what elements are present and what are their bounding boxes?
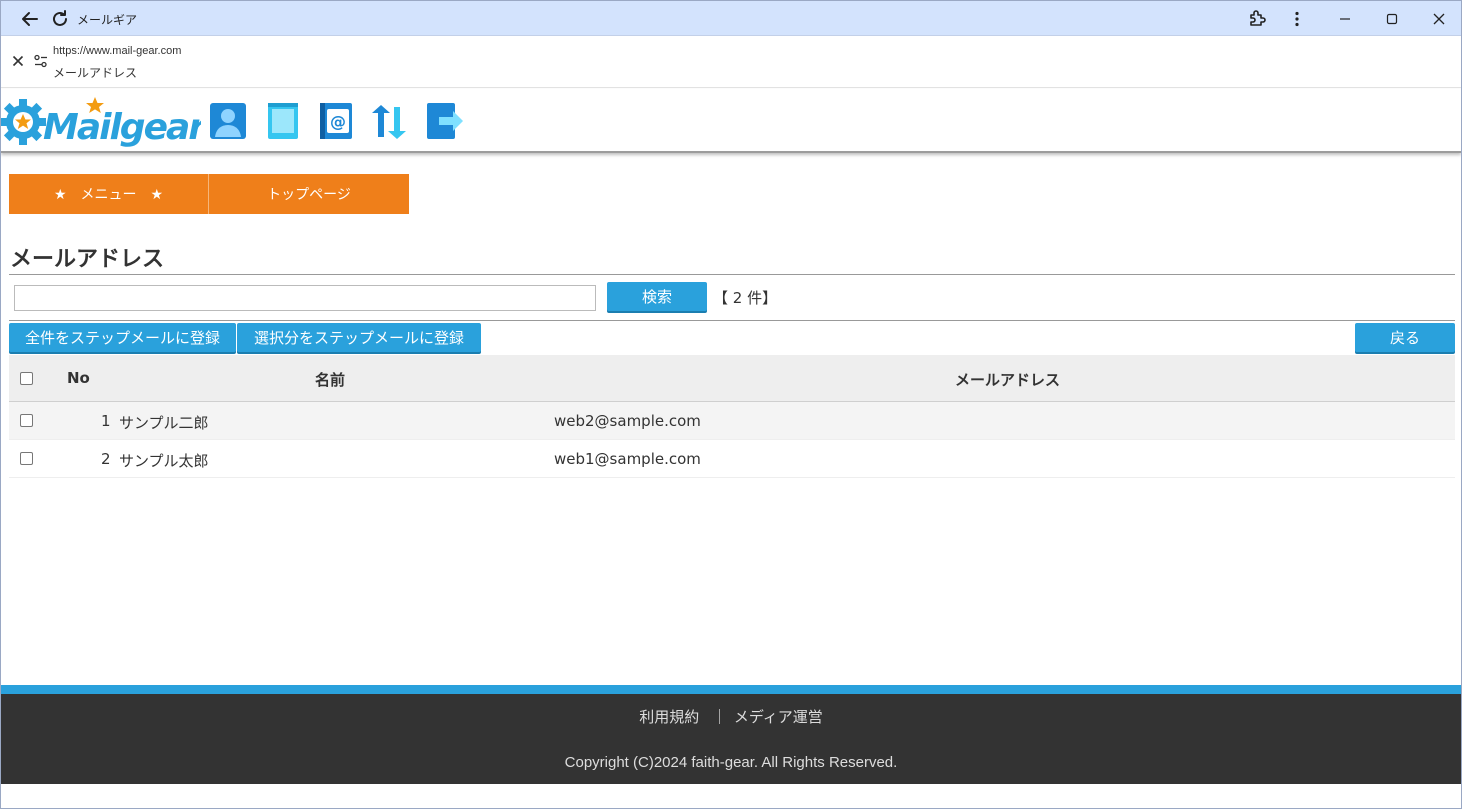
sync-icon[interactable] — [370, 101, 408, 141]
back-button[interactable]: 戻る — [1355, 323, 1455, 352]
extension-icon[interactable] — [1244, 6, 1270, 32]
mailgear-logo[interactable]: Mailgear — [1, 93, 210, 149]
maximize-icon[interactable] — [1379, 6, 1405, 32]
address-book-icon[interactable]: @ — [317, 101, 355, 141]
site-settings-icon[interactable] — [32, 52, 50, 70]
more-vertical-icon[interactable] — [1284, 6, 1310, 32]
terms-link[interactable]: 利用規約 — [639, 706, 699, 727]
page-name-text: メールアドレス — [53, 66, 138, 80]
search-button[interactable]: 検索 — [607, 282, 707, 311]
url-bar: https://www.mail-gear.com メールアドレス — [1, 36, 1461, 88]
window-title: メールギア — [77, 13, 138, 27]
close-window-icon[interactable] — [1426, 6, 1452, 32]
header-email: メールアドレス — [955, 371, 1061, 389]
header-no: No — [67, 369, 90, 387]
user-icon[interactable] — [209, 101, 247, 141]
reload-icon[interactable] — [47, 6, 73, 32]
url-text[interactable]: https://www.mail-gear.com — [53, 45, 181, 57]
row-email: web2@sample.com — [554, 412, 701, 430]
footer-accent-bar — [1, 685, 1461, 694]
select-all-checkbox[interactable] — [20, 372, 33, 385]
logo-text: Mailgear — [43, 107, 201, 148]
row-no: 1 — [101, 412, 111, 430]
minimize-icon[interactable] — [1332, 6, 1358, 32]
title-divider — [9, 274, 1455, 275]
copyright-text: Copyright (C)2024 faith-gear. All Rights… — [564, 754, 898, 771]
logout-icon[interactable] — [425, 101, 463, 141]
row-checkbox[interactable] — [20, 452, 33, 465]
register-all-button[interactable]: 全件をステップメールに登録 — [9, 323, 236, 352]
result-count: 【 2 件】 — [713, 289, 778, 307]
address-table: No 名前 メールアドレス 1 サンプル二郎 web2@sample.com 2… — [9, 355, 1455, 478]
nav-top-page[interactable]: トップページ — [209, 174, 409, 214]
main-nav: ★ メニュー ★ トップページ — [9, 174, 409, 214]
close-icon[interactable] — [9, 52, 27, 70]
row-name: サンプル二郎 — [119, 414, 209, 432]
book-icon[interactable] — [264, 101, 302, 141]
table-row: 1 サンプル二郎 web2@sample.com — [9, 402, 1455, 440]
footer-separator: ｜ — [712, 708, 728, 726]
page-title: メールアドレス — [10, 247, 165, 272]
svg-text:@: @ — [330, 112, 346, 131]
footer-links: 利用規約 ｜ メディア運営 — [1, 706, 1461, 727]
browser-window: メールギア https://www.mail-gear.com メールアドレス — [0, 0, 1462, 809]
register-selected-button[interactable]: 選択分をステップメールに登録 — [237, 323, 481, 352]
media-link[interactable]: メディア運営 — [734, 706, 823, 727]
table-row: 2 サンプル太郎 web1@sample.com — [9, 440, 1455, 478]
row-name: サンプル太郎 — [119, 452, 209, 470]
nav-menu[interactable]: ★ メニュー ★ — [9, 174, 209, 214]
search-divider — [9, 320, 1455, 321]
row-no: 2 — [101, 450, 111, 468]
back-arrow-icon[interactable] — [17, 6, 43, 32]
title-bar: メールギア — [1, 1, 1461, 36]
row-email: web1@sample.com — [554, 450, 701, 468]
search-input[interactable] — [14, 285, 596, 311]
site-header: Mailgear @ — [1, 89, 1461, 153]
row-checkbox[interactable] — [20, 414, 33, 427]
table-header: No 名前 メールアドレス — [9, 355, 1455, 402]
site-footer: 利用規約 ｜ メディア運営 Copyright (C)2024 faith-ge… — [1, 694, 1461, 784]
header-name: 名前 — [315, 371, 346, 389]
